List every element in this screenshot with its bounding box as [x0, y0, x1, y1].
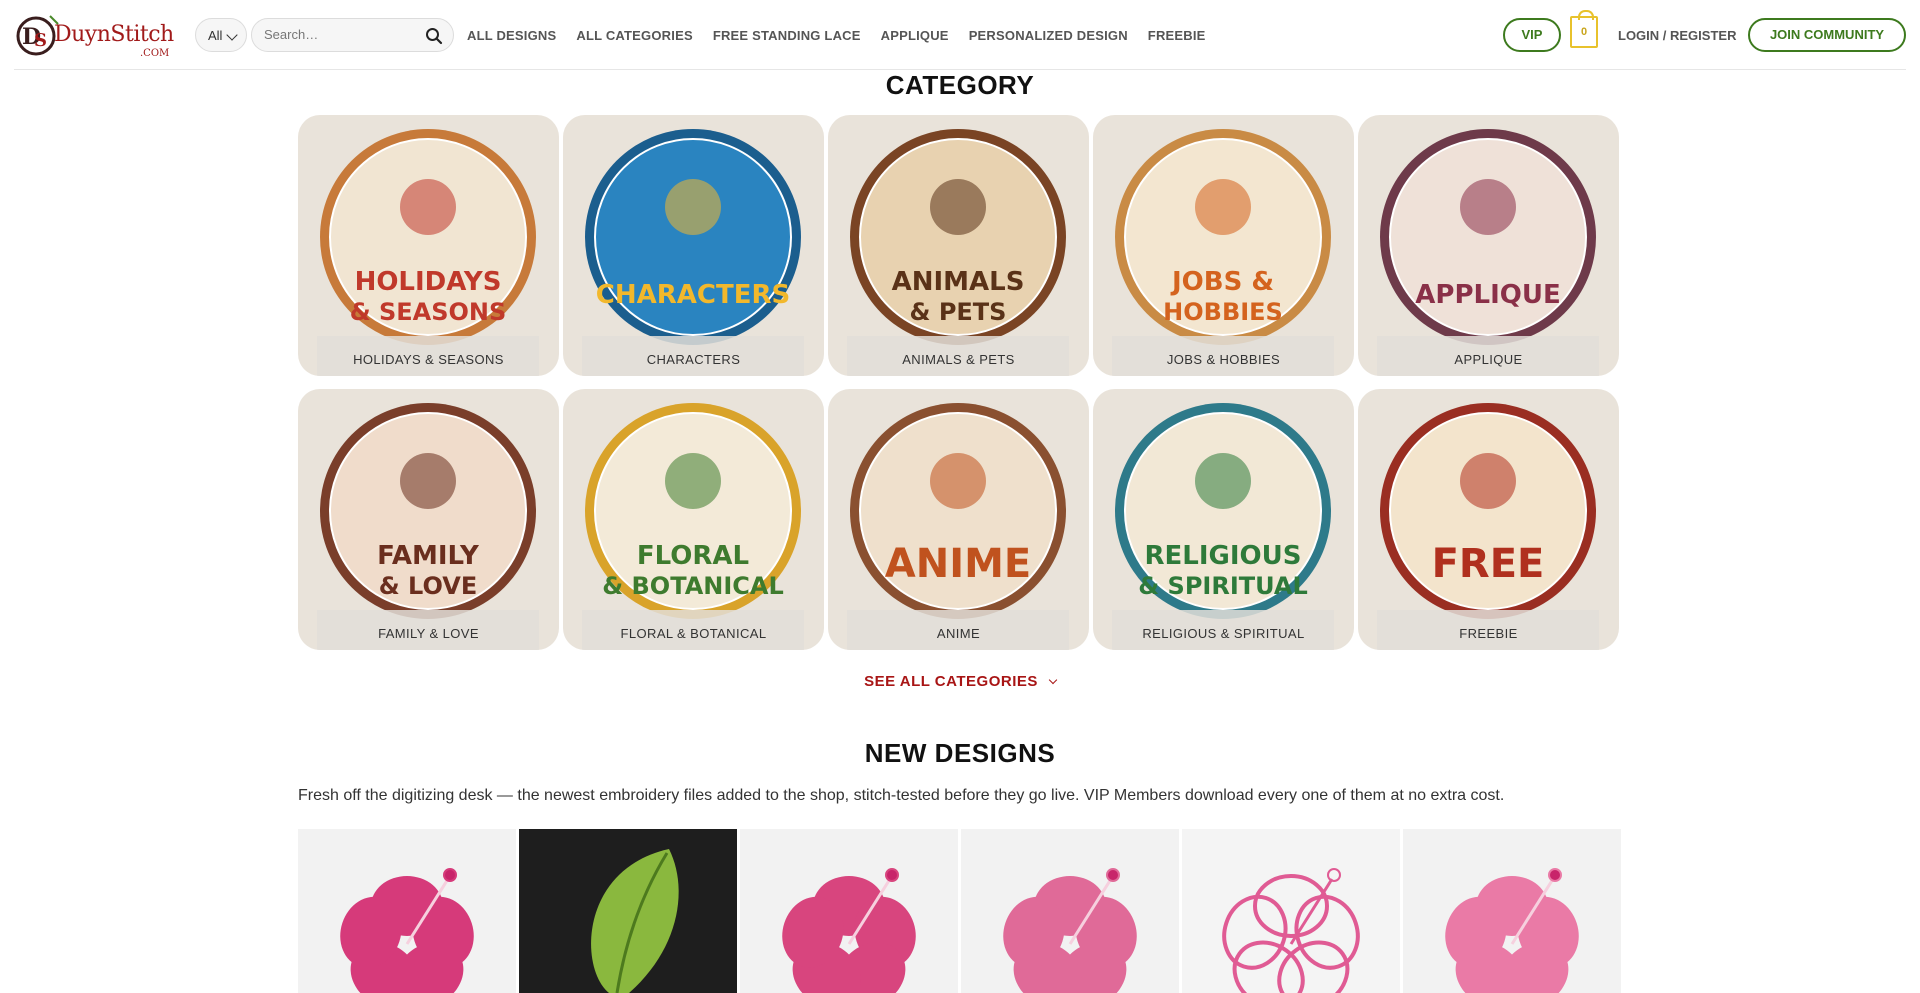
flower-icon — [1445, 868, 1579, 993]
category-card[interactable]: FLORAL & BOTANICAL FLORAL & BOTANICAL — [563, 389, 824, 650]
new-designs-title: NEW DESIGNS — [864, 738, 1056, 768]
badge-text: ANIME — [885, 541, 1031, 587]
category-label: ANIME — [936, 626, 981, 641]
badge-motif-icon — [400, 453, 456, 509]
category-card[interactable]: APPLIQUE APPLIQUE — [1358, 115, 1619, 376]
category-card[interactable]: HOLIDAYS & SEASONS HOLIDAYS & SEASONS — [298, 115, 559, 376]
badge-text: JOBS & — [1170, 267, 1274, 297]
badge-text: FAMILY — [377, 541, 480, 571]
badge-motif-icon — [665, 179, 721, 235]
see-all-label: SEE ALL CATEGORIES — [864, 673, 1038, 690]
badge-text: HOBBIES — [1163, 298, 1283, 326]
badge-text: & BOTANICAL — [602, 572, 784, 600]
design-card-hibiscus-outline[interactable] — [1182, 829, 1400, 993]
vip-button[interactable]: VIP — [1503, 18, 1561, 52]
search-input[interactable] — [264, 27, 414, 42]
leaf-icon — [591, 849, 679, 993]
new-designs-description: Fresh off the digitizing desk — the newe… — [298, 787, 1505, 804]
category-card[interactable]: JOBS & HOBBIES JOBS & HOBBIES — [1093, 115, 1354, 376]
flower-icon — [782, 868, 916, 993]
nav-applique[interactable]: APPLIQUE — [881, 28, 949, 43]
design-card-pink-hibiscus-with-leaf[interactable] — [298, 829, 516, 993]
nav-free-standing-lace[interactable]: FREE STANDING LACE — [713, 28, 861, 43]
category-label: RELIGIOUS & SPIRITUAL — [1142, 626, 1305, 641]
main-nav: ALL DESIGNS ALL CATEGORIES FREE STANDING… — [467, 28, 1226, 43]
cart-button[interactable]: 0 — [1570, 10, 1598, 48]
category-label: FAMILY & LOVE — [378, 626, 479, 641]
flower-icon — [1003, 868, 1137, 993]
login-register-link[interactable]: LOGIN / REGISTER — [1618, 28, 1736, 43]
category-label: CHARACTERS — [646, 352, 741, 367]
badge-text: & PETS — [910, 298, 1007, 326]
badge-motif-icon — [930, 453, 986, 509]
search-icon[interactable] — [425, 27, 443, 45]
category-card[interactable]: FREE FREEBIE — [1358, 389, 1619, 650]
category-label: JOBS & HOBBIES — [1166, 352, 1281, 367]
badge-text: APPLIQUE — [1415, 280, 1560, 310]
category-label: HOLIDAYS & SEASONS — [353, 352, 504, 367]
nav-personalized-design[interactable]: PERSONALIZED DESIGN — [969, 28, 1128, 43]
svg-text:S: S — [34, 30, 47, 51]
cart-count: 0 — [1580, 26, 1588, 38]
category-label: FLORAL & BOTANICAL — [620, 626, 767, 641]
category-filter-value: All — [208, 28, 223, 43]
category-label: APPLIQUE — [1454, 352, 1523, 367]
badge-motif-icon — [665, 453, 721, 509]
flower-icon — [340, 868, 474, 993]
badge-text: FREE — [1432, 541, 1545, 587]
site-header: D S DuynStitch .COM All ALL DESIGNS ALL … — [0, 0, 1920, 70]
badge-motif-icon — [1460, 179, 1516, 235]
category-label: ANIMALS & PETS — [902, 352, 1015, 367]
badge-text: FLORAL — [637, 541, 749, 571]
badge-motif-icon — [1195, 453, 1251, 509]
site-logo[interactable]: D S DuynStitch .COM — [14, 10, 174, 60]
badge-text: & LOVE — [379, 572, 477, 600]
new-designs-grid — [298, 829, 1621, 993]
search-box — [251, 18, 454, 52]
badge-text: ANIMALS — [892, 267, 1025, 297]
badge-text: CHARACTERS — [596, 280, 790, 310]
join-community-button[interactable]: JOIN COMMUNITY — [1748, 18, 1906, 52]
badge-motif-icon — [1460, 453, 1516, 509]
badge-motif-icon — [930, 179, 986, 235]
logo-subtext: .COM — [140, 48, 170, 59]
category-card[interactable]: ANIME ANIME — [828, 389, 1089, 650]
category-filter-select[interactable]: All — [195, 18, 247, 52]
chevron-down-icon — [226, 29, 238, 41]
category-card[interactable]: FAMILY & LOVE FAMILY & LOVE — [298, 389, 559, 650]
design-card-green-leaf[interactable] — [519, 829, 737, 993]
see-all-categories-link[interactable]: SEE ALL CATEGORIES — [0, 673, 1920, 690]
nav-all-designs[interactable]: ALL DESIGNS — [467, 28, 556, 43]
chevron-down-icon — [1048, 675, 1058, 685]
badge-text: & SEASONS — [350, 298, 507, 326]
category-card[interactable]: ANIMALS & PETS ANIMALS & PETS — [828, 115, 1089, 376]
category-card[interactable]: CHARACTERS CHARACTERS — [563, 115, 824, 376]
category-label: FREEBIE — [1459, 626, 1518, 641]
badge-motif-icon — [1195, 179, 1251, 235]
nav-all-categories[interactable]: ALL CATEGORIES — [576, 28, 692, 43]
badge-motif-icon — [400, 179, 456, 235]
logo-text: DuynStitch — [54, 22, 174, 47]
badge-text: HOLIDAYS — [355, 267, 502, 297]
badge-text: RELIGIOUS — [1145, 541, 1302, 571]
nav-freebie[interactable]: FREEBIE — [1148, 28, 1206, 43]
design-card-pink-hibiscus-bloom[interactable] — [961, 829, 1179, 993]
badge-text: & SPIRITUAL — [1138, 572, 1308, 600]
flower-icon — [1222, 868, 1360, 993]
category-section-title: CATEGORY — [885, 70, 1035, 100]
category-card[interactable]: RELIGIOUS & SPIRITUAL RELIGIOUS & SPIRITUA… — [1093, 389, 1354, 650]
design-card-pink-hibiscus-with-stem[interactable] — [740, 829, 958, 993]
design-card-light-pink-hibiscus[interactable] — [1403, 829, 1621, 993]
